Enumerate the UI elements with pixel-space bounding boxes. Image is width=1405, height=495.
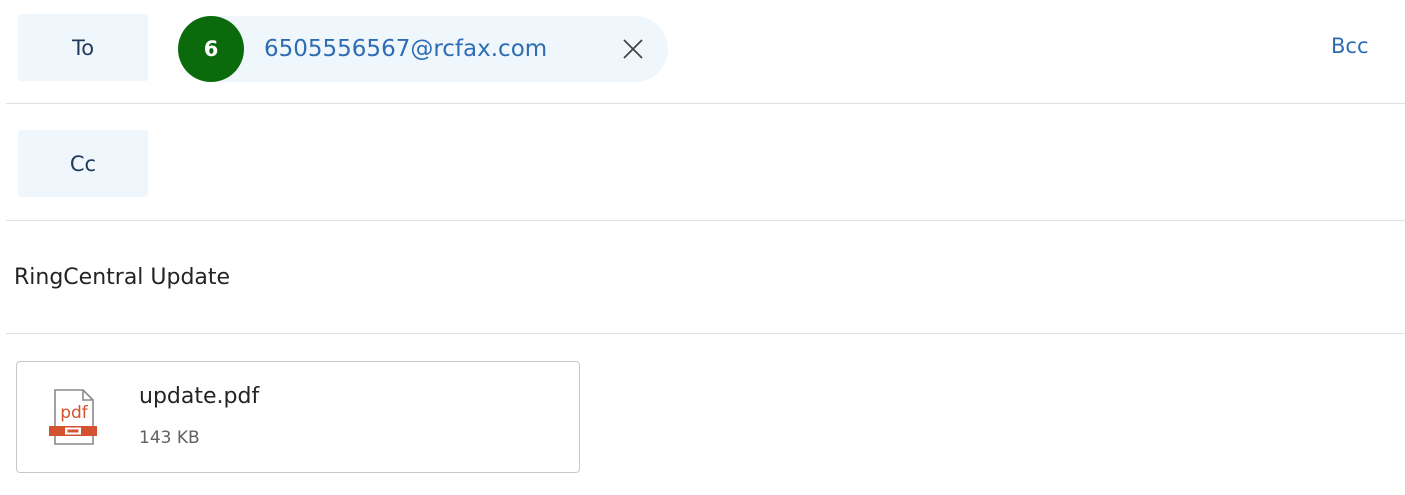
divider [6, 220, 1405, 221]
divider [6, 333, 1405, 334]
recipient-chip[interactable]: 6 6505556567@rcfax.com [178, 16, 668, 82]
pdf-icon-text: pdf [60, 403, 89, 423]
to-button[interactable]: To [18, 14, 148, 81]
attachment-name: update.pdf [139, 384, 260, 409]
cc-label: Cc [69, 151, 97, 176]
bcc-button[interactable]: Bcc [1331, 34, 1369, 58]
subject-field[interactable]: RingCentral Update [14, 265, 230, 290]
recipient-avatar: 6 [178, 16, 244, 82]
compose-headers: To 6 6505556567@rcfax.com Bcc Cc RingCen… [0, 0, 1405, 495]
pdf-file-icon: pdf [49, 389, 97, 445]
attachment-card[interactable]: pdf update.pdf 143 KB [16, 361, 580, 473]
attachment-size: 143 KB [139, 428, 200, 448]
recipient-address: 6505556567@rcfax.com [264, 36, 548, 62]
cc-button[interactable]: Cc [18, 130, 148, 197]
divider [6, 103, 1405, 104]
to-label: To [71, 35, 95, 60]
remove-recipient-icon[interactable] [620, 36, 646, 62]
recipient-avatar-initial: 6 [203, 37, 219, 61]
